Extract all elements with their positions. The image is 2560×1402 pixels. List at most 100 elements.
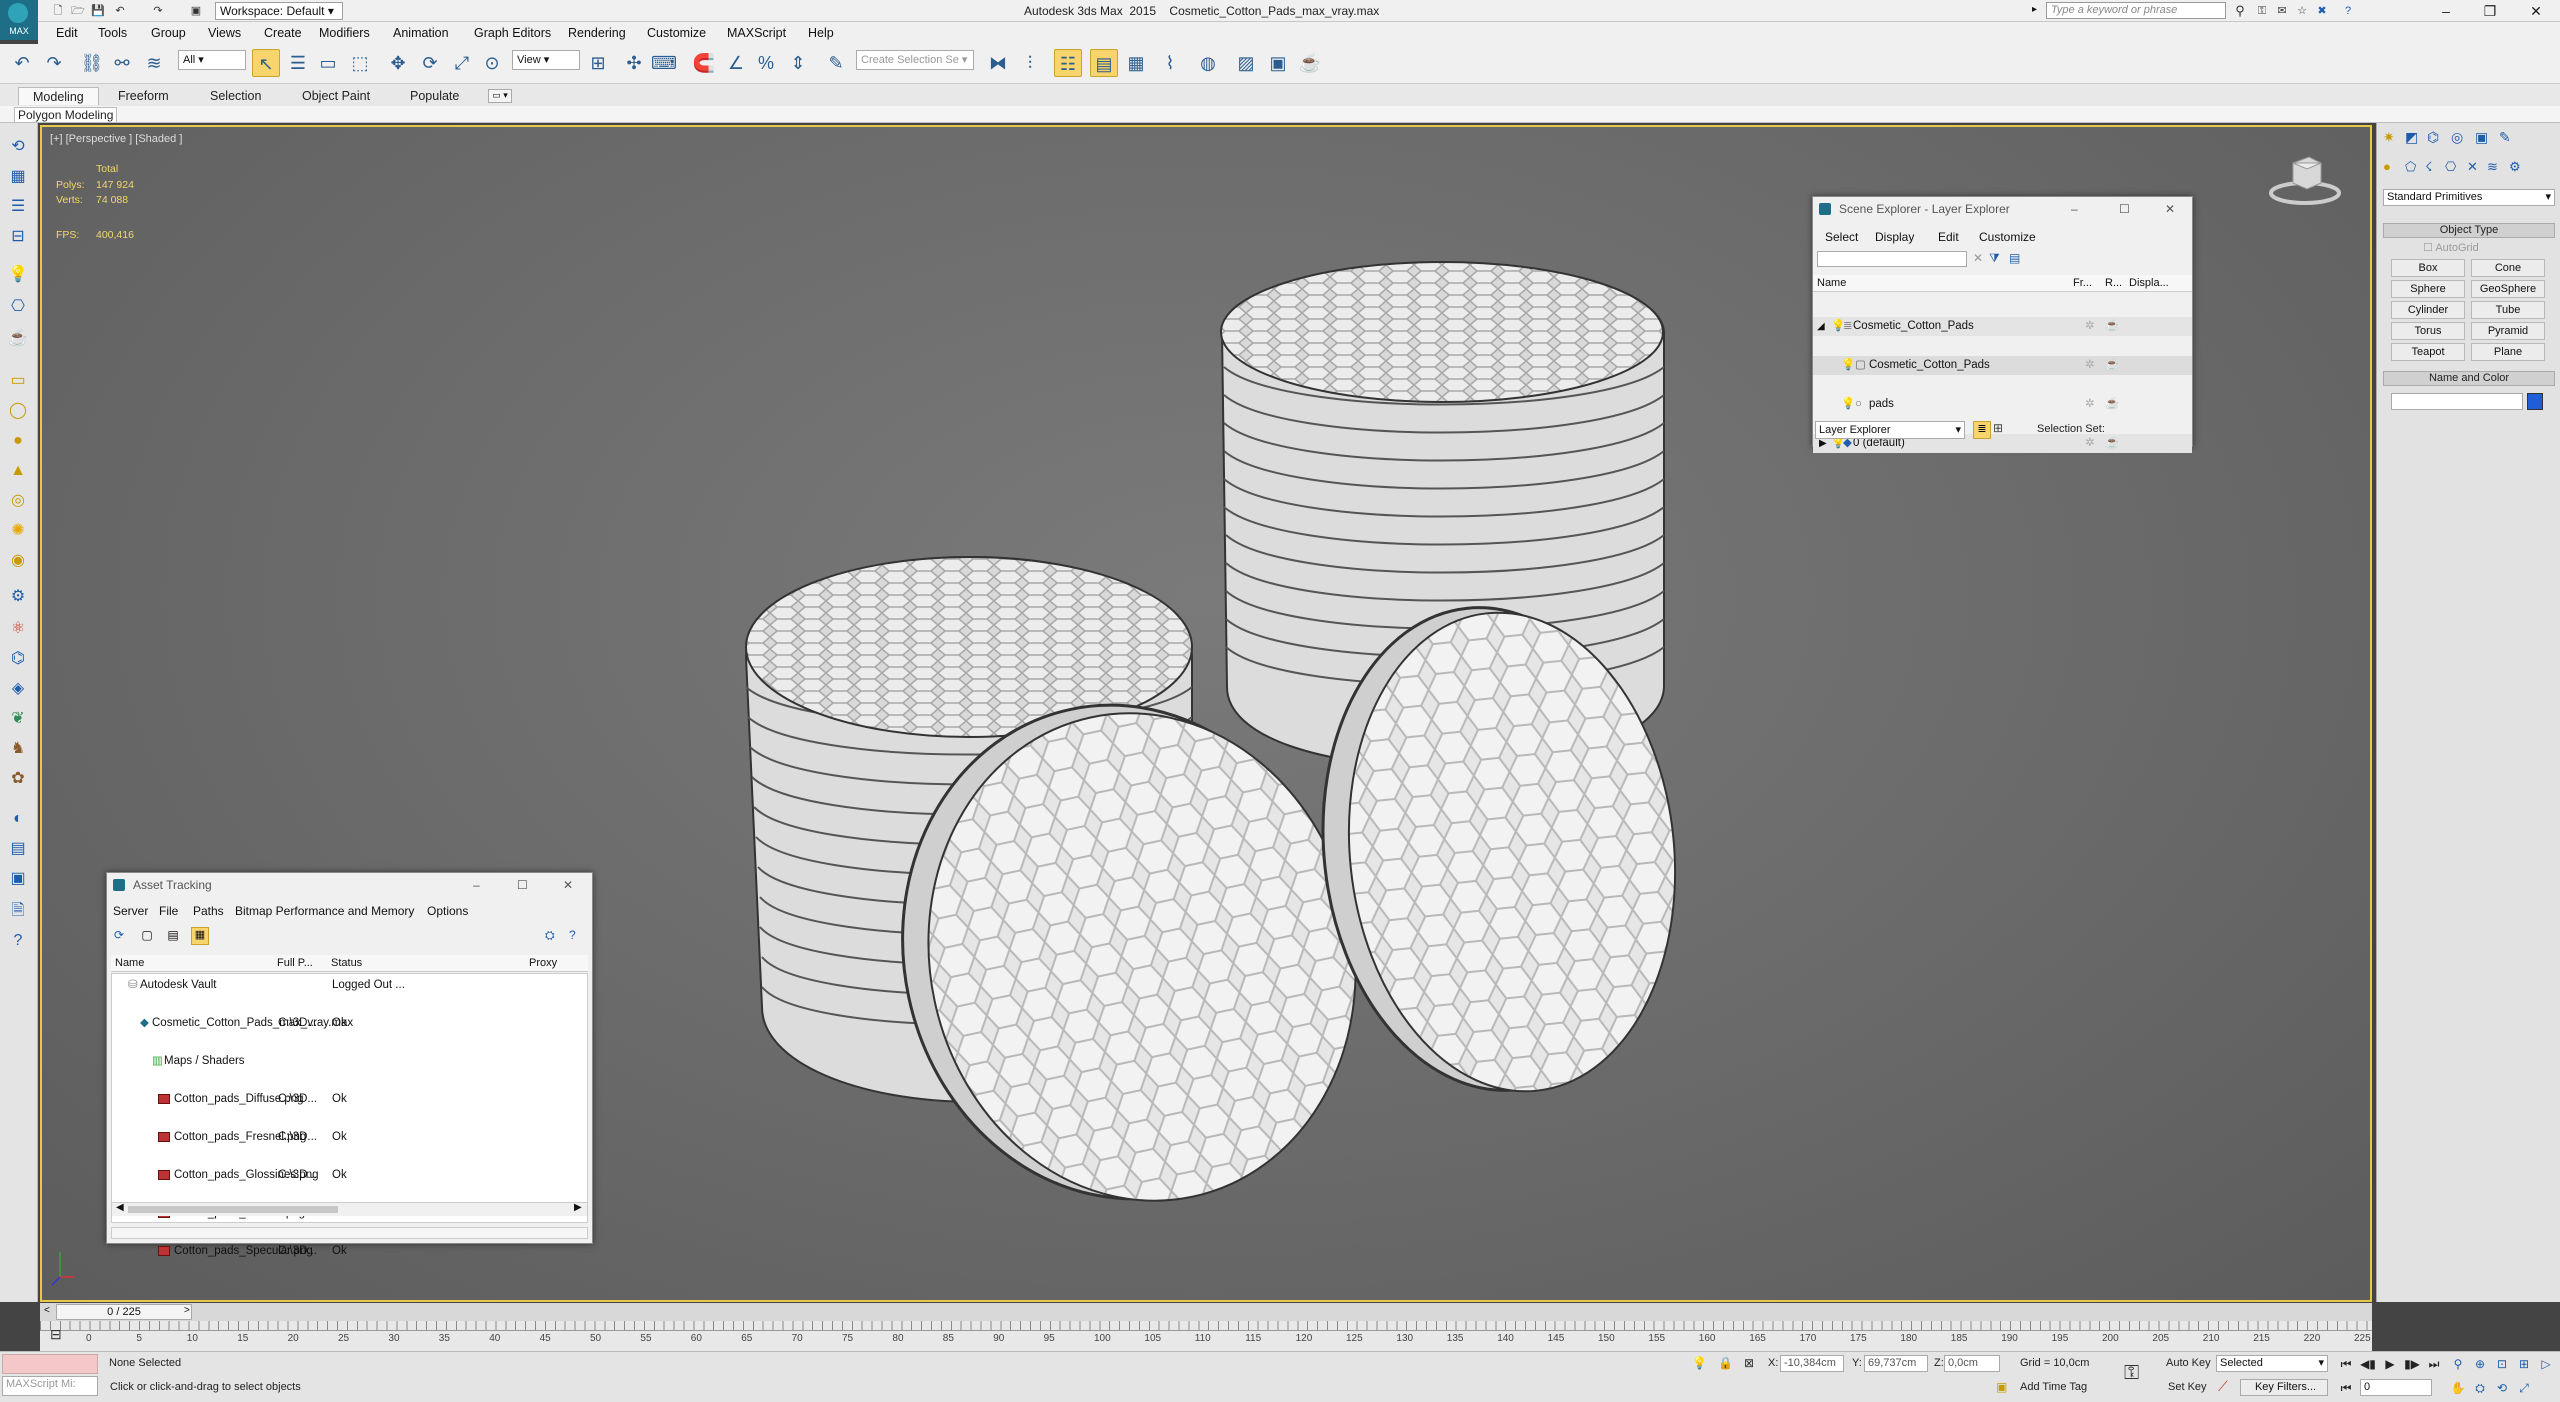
create-tab-icon[interactable]: ✷	[2383, 129, 2395, 146]
y-coordinate-field[interactable]: 69,737cm	[1864, 1355, 1928, 1372]
render-setup-icon[interactable]: ▨	[1232, 49, 1260, 77]
app-logo-button[interactable]: MAX	[0, 0, 38, 40]
redo-icon[interactable]: ↷	[150, 3, 166, 19]
explorer-type-dropdown[interactable]: Layer Explorer ▾	[1815, 421, 1965, 439]
save-file-icon[interactable]: 💾	[90, 3, 106, 19]
undo-icon[interactable]: ↶	[8, 49, 36, 77]
time-slider[interactable]: < 0 / 225 >	[40, 1303, 2372, 1321]
scroll-right-icon[interactable]: ▶	[574, 1202, 582, 1213]
render-toggle-icon[interactable]: ☕	[2105, 434, 2119, 453]
time-tag-icon[interactable]: ▣	[1996, 1380, 2007, 1394]
maximize-button[interactable]: ☐	[2119, 197, 2130, 221]
time-slider-left-arrow[interactable]: <	[44, 1305, 50, 1316]
column-frozen[interactable]: Fr...	[2073, 275, 2092, 292]
shell-icon[interactable]: ✿	[6, 767, 30, 791]
circle-shape-icon[interactable]: ◯	[6, 399, 30, 423]
window-crossing-icon[interactable]: ⬚	[346, 49, 374, 77]
torus-button[interactable]: Torus	[2391, 322, 2465, 340]
table-row[interactable]: ⛁ Autodesk Vault Logged Out ...	[112, 976, 587, 995]
layer-manager-icon[interactable]: ▦	[6, 165, 30, 189]
select-and-rotate-icon[interactable]: ⟳	[416, 49, 444, 77]
set-key-button[interactable]: Set Key	[2168, 1381, 2207, 1393]
freeze-icon[interactable]: ✲	[2085, 395, 2095, 414]
align-icon[interactable]: ⫶	[1016, 49, 1044, 77]
hierarchy-icon[interactable]: ⌬	[6, 647, 30, 671]
polygon-modeling-panel-button[interactable]: Polygon Modeling	[14, 107, 118, 123]
set-key-mode-icon[interactable]: ⚿	[2124, 1362, 2139, 1385]
mini-curve-editor-icon[interactable]: ⊟	[50, 1326, 62, 1343]
filter-icon[interactable]: ⧩	[1989, 251, 2000, 266]
exchange-icon[interactable]: ✖	[2314, 3, 2330, 19]
toggle-layer-explorer-icon[interactable]: ▤	[1090, 49, 1118, 77]
render-toggle-icon[interactable]: ☕	[2105, 317, 2119, 336]
track-view-icon[interactable]: ☰	[6, 195, 30, 219]
sphere-shape-icon[interactable]: ●	[6, 429, 30, 453]
tab-selection[interactable]: Selection	[196, 87, 275, 105]
tab-modeling[interactable]: Modeling	[18, 87, 99, 105]
select-by-name-icon[interactable]: ☰	[284, 49, 312, 77]
menu-maxscript[interactable]: MAXScript	[727, 26, 786, 40]
schematic-view-icon[interactable]: ⊟	[6, 225, 30, 249]
name-and-color-rollout-header[interactable]: Name and Color	[2383, 371, 2555, 386]
lights-icon[interactable]: ☇	[2425, 159, 2432, 175]
angle-snap-icon[interactable]: ∠	[722, 49, 750, 77]
absolute-mode-icon[interactable]: ⊠	[1744, 1356, 1754, 1370]
rendered-frame-window-icon[interactable]: ▣	[1264, 49, 1292, 77]
expand-icon[interactable]: ◢	[1817, 317, 1825, 336]
space-warps-icon[interactable]: ≋	[2487, 159, 2498, 175]
help-icon[interactable]: ?	[569, 928, 576, 942]
viewcube[interactable]	[2269, 156, 2341, 205]
play-icon[interactable]: ▶	[2380, 1355, 2400, 1373]
keyboard-shortcut-override-icon[interactable]: ⌨	[650, 49, 678, 77]
geometry-icon[interactable]: ●	[2383, 159, 2391, 174]
help-icon[interactable]: ?	[2340, 3, 2356, 19]
object-color-swatch[interactable]	[2527, 393, 2543, 410]
infocenter-expand-icon[interactable]: ▸	[2032, 4, 2037, 15]
key-filters-button[interactable]: Key Filters...	[2240, 1379, 2328, 1396]
tab-object-paint[interactable]: Object Paint	[288, 87, 384, 105]
field-of-view-icon[interactable]: ▷	[2536, 1355, 2556, 1373]
menu-customize[interactable]: Customize	[1979, 227, 2036, 247]
render-frame-icon[interactable]: ▣	[6, 867, 30, 891]
table-row[interactable]: ◆ Cosmetic_Cotton_Pads_max_vray.max C:\3…	[112, 1014, 587, 1033]
primitive-category-dropdown[interactable]: Standard Primitives ▾	[2383, 189, 2555, 206]
object-name-input[interactable]	[2391, 393, 2523, 410]
document-icon[interactable]: 🗎	[6, 899, 30, 923]
sphere-material-icon[interactable]: ◐	[6, 807, 30, 831]
list-view-icon[interactable]: ▢	[139, 928, 155, 944]
scene-explorer-search-input[interactable]	[1817, 251, 1967, 267]
favorites-star-icon[interactable]: ☆	[2294, 3, 2310, 19]
menu-server[interactable]: Server	[113, 901, 148, 921]
close-window-button[interactable]: ✕	[2514, 0, 2558, 22]
spinner-snap-icon[interactable]: ⇕	[784, 49, 812, 77]
menu-select[interactable]: Select	[1825, 227, 1858, 247]
key-mode-dropdown[interactable]: Selected ▾	[2216, 1355, 2328, 1372]
clear-search-icon[interactable]: ✕	[1973, 251, 1983, 265]
subscription-icon[interactable]: ⚿	[2254, 3, 2270, 19]
select-manipulate-icon[interactable]: ✣	[620, 49, 648, 77]
tree-row[interactable]: 💡 ○ pads ✲ ☕	[1813, 395, 2192, 414]
torus-shape-icon[interactable]: ◎	[6, 489, 30, 513]
menu-paths[interactable]: Paths	[193, 901, 224, 921]
render-toggle-icon[interactable]: ☕	[2105, 395, 2119, 414]
motion-tab-icon[interactable]: ◎	[2451, 129, 2463, 146]
freeze-icon[interactable]: ✲	[2085, 317, 2095, 336]
layers-toggle-icon[interactable]: ≣	[1973, 421, 1991, 439]
table-view-icon[interactable]: ▦	[191, 927, 209, 945]
orbit-icon[interactable]: ⟲	[6, 135, 30, 159]
menu-edit[interactable]: Edit	[56, 26, 78, 40]
unlink-icon[interactable]: ⚯	[108, 49, 136, 77]
zoom-icon[interactable]: ⚲	[2448, 1355, 2468, 1373]
scroll-left-icon[interactable]: ◀	[116, 1202, 124, 1213]
pan-view-icon[interactable]: ✋	[2448, 1379, 2468, 1397]
isolate-selection-icon[interactable]: 💡	[1692, 1356, 1707, 1370]
menu-help[interactable]: Help	[808, 26, 834, 40]
cone-shape-icon[interactable]: ▲	[6, 459, 30, 483]
maxscript-listener-input[interactable]	[2, 1354, 98, 1374]
menu-bitmap-performance[interactable]: Bitmap Performance and Memory	[235, 901, 414, 921]
box-shape-icon[interactable]: ▭	[6, 369, 30, 393]
tree-row[interactable]: ◢ 💡 ≣ Cosmetic_Cotton_Pads ✲ ☕	[1813, 317, 2192, 336]
tab-freeform[interactable]: Freeform	[104, 87, 183, 105]
tab-populate[interactable]: Populate	[396, 87, 473, 105]
snaps-toggle-icon[interactable]: 🧲	[690, 49, 718, 77]
